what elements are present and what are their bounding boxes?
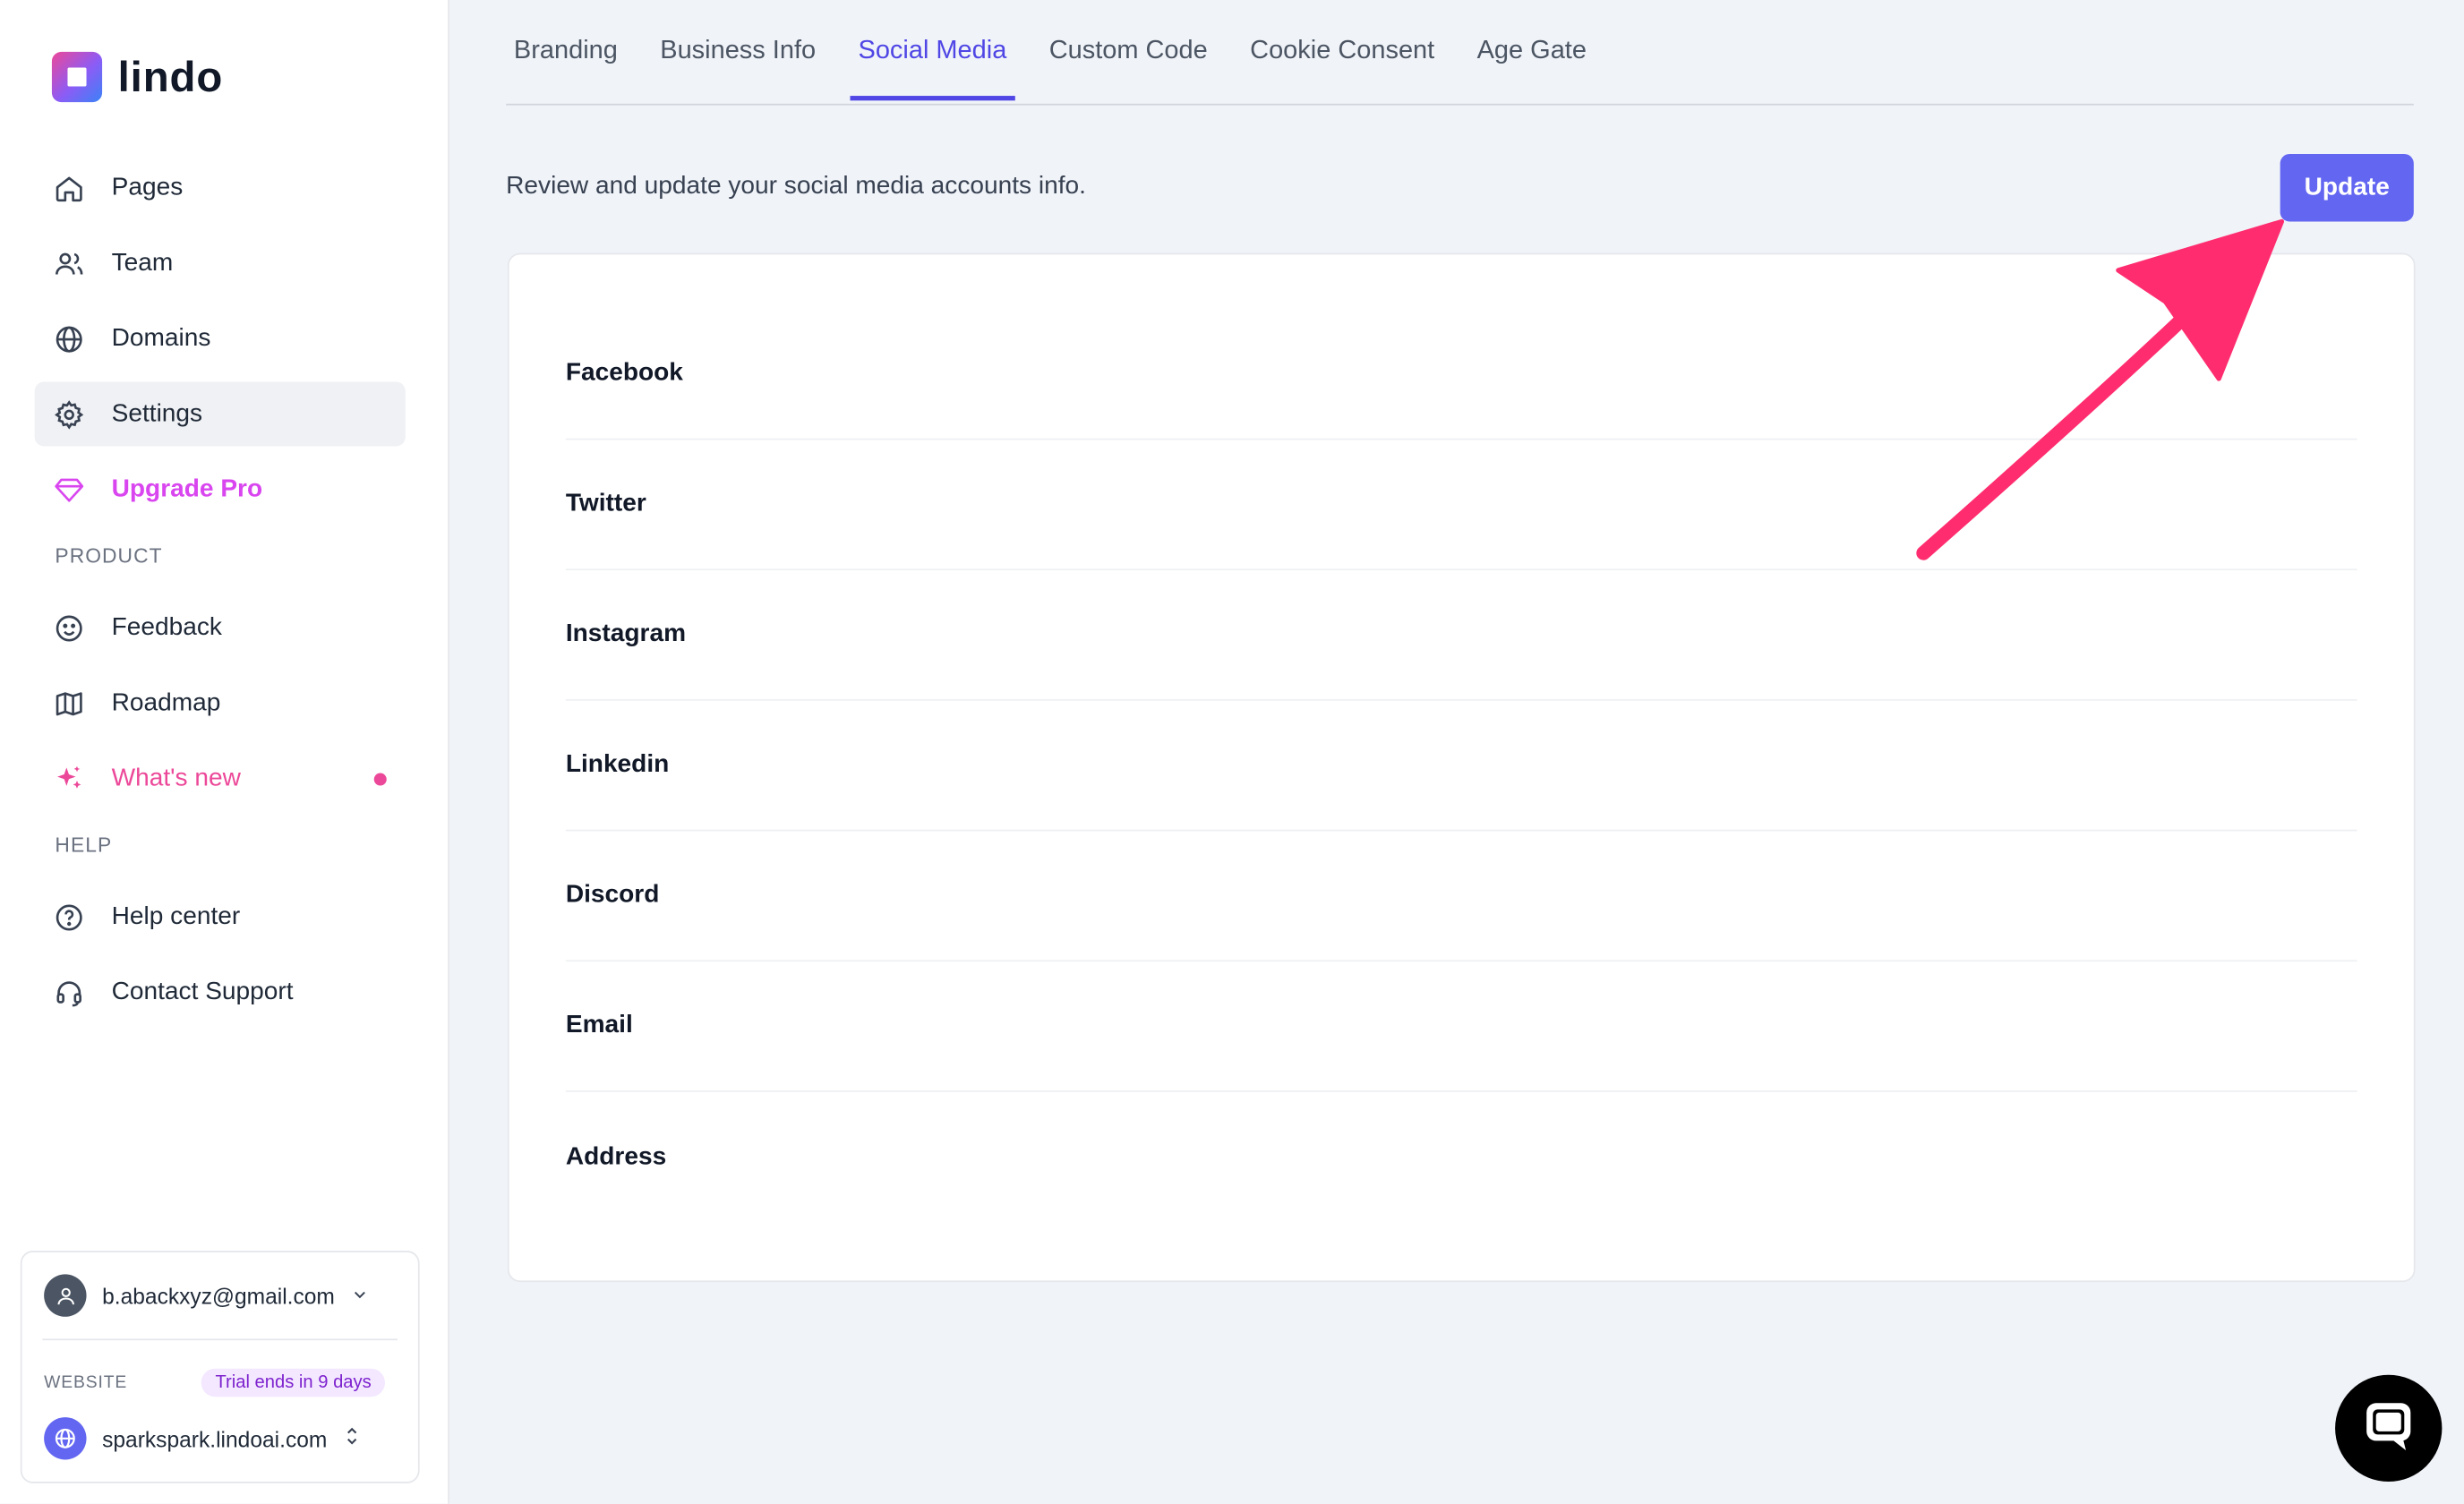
users-icon (54, 247, 85, 278)
sparkles-icon (54, 763, 85, 794)
sidebar-item-label: Contact Support (111, 978, 294, 1005)
sidebar-nav: Pages Team Domains Settings Upgrade Pro … (34, 156, 406, 1036)
sidebar-item-label: What's new (111, 764, 241, 791)
sidebar-item-settings[interactable]: Settings (34, 381, 406, 447)
sidebar-item-label: Help center (111, 902, 241, 930)
tab-cookie-consent[interactable]: Cookie Consent (1242, 0, 1442, 100)
avatar (44, 1274, 87, 1317)
website-switcher[interactable]: sparkspark.lindoai.com (44, 1417, 362, 1460)
social-fields-list: Facebook Twitter Instagram Linkedin Disc… (565, 310, 2357, 1223)
sidebar-item-pages[interactable]: Pages (35, 156, 406, 220)
update-button[interactable]: Update (2280, 153, 2414, 222)
notification-dot (373, 772, 387, 785)
chevron-down-icon (350, 1283, 369, 1308)
field-instagram[interactable]: Instagram (565, 570, 2357, 701)
chat-bubble-icon (2360, 1396, 2417, 1460)
smiley-icon (54, 612, 85, 644)
tab-age-gate[interactable]: Age Gate (1469, 0, 1595, 100)
sidebar-item-label: Team (111, 249, 174, 277)
page-description: Review and update your social media acco… (506, 173, 1086, 200)
sidebar-item-feedback[interactable]: Feedback (35, 595, 406, 660)
tab-social-media[interactable]: Social Media (850, 0, 1015, 101)
website-label: WEBSITE (44, 1372, 128, 1393)
website-domain: sparkspark.lindoai.com (102, 1425, 328, 1451)
sidebar-item-label: Upgrade Pro (111, 474, 263, 502)
sidebar-item-label: Settings (111, 399, 203, 427)
sidebar-item-team[interactable]: Team (35, 231, 406, 295)
tab-custom-code[interactable]: Custom Code (1041, 0, 1216, 100)
field-linkedin[interactable]: Linkedin (565, 701, 2357, 832)
tab-business-info[interactable]: Business Info (652, 0, 823, 100)
divider (42, 1338, 398, 1341)
home-icon (54, 172, 85, 203)
sidebar-item-upgrade-pro[interactable]: Upgrade Pro (35, 457, 406, 522)
logo[interactable]: lindo (51, 51, 224, 103)
trial-badge: Trial ends in 9 days (201, 1368, 386, 1397)
diamond-icon (54, 474, 85, 505)
section-label-product: PRODUCT (55, 543, 163, 568)
field-twitter[interactable]: Twitter (565, 440, 2357, 571)
tab-branding[interactable]: Branding (506, 0, 625, 100)
sidebar-item-label: Domains (111, 324, 211, 352)
section-label-help: HELP (55, 833, 113, 857)
field-email[interactable]: Email (565, 961, 2357, 1092)
logo-mark-icon (51, 51, 103, 103)
account-card: b.abackxyz@gmail.com WEBSITE Trial ends … (20, 1251, 420, 1483)
question-circle-icon (54, 902, 85, 933)
chat-launcher[interactable] (2335, 1374, 2443, 1483)
account-switcher[interactable]: b.abackxyz@gmail.com (44, 1274, 369, 1317)
sidebar-item-label: Feedback (111, 613, 222, 641)
main-content: Branding Business Info Social Media Cust… (449, 0, 2464, 1504)
sidebar-item-label: Roadmap (111, 688, 221, 716)
field-discord[interactable]: Discord (565, 831, 2357, 962)
sidebar-item-domains[interactable]: Domains (35, 306, 406, 371)
map-icon (54, 688, 85, 719)
logo-text: lindo (117, 52, 224, 100)
sidebar-item-label: Pages (111, 173, 184, 201)
social-media-card: Facebook Twitter Instagram Linkedin Disc… (507, 252, 2416, 1283)
website-globe-icon (44, 1417, 87, 1460)
headset-icon (54, 977, 85, 1008)
gear-icon (54, 398, 85, 430)
field-facebook[interactable]: Facebook (565, 310, 2357, 440)
sidebar-item-whats-new[interactable]: What's new (35, 747, 406, 811)
sidebar-item-help-center[interactable]: Help center (35, 884, 406, 949)
sidebar-item-roadmap[interactable]: Roadmap (35, 671, 406, 735)
settings-tabs: Branding Business Info Social Media Cust… (506, 0, 2414, 106)
chevron-up-down-icon (343, 1425, 362, 1452)
field-address[interactable]: Address (566, 1092, 2357, 1223)
account-email: b.abackxyz@gmail.com (102, 1283, 335, 1309)
globe-icon (54, 323, 85, 355)
sidebar-item-contact-support[interactable]: Contact Support (35, 960, 406, 1024)
sidebar: lindo Pages Team Domains Settings Upgrad… (0, 0, 449, 1504)
